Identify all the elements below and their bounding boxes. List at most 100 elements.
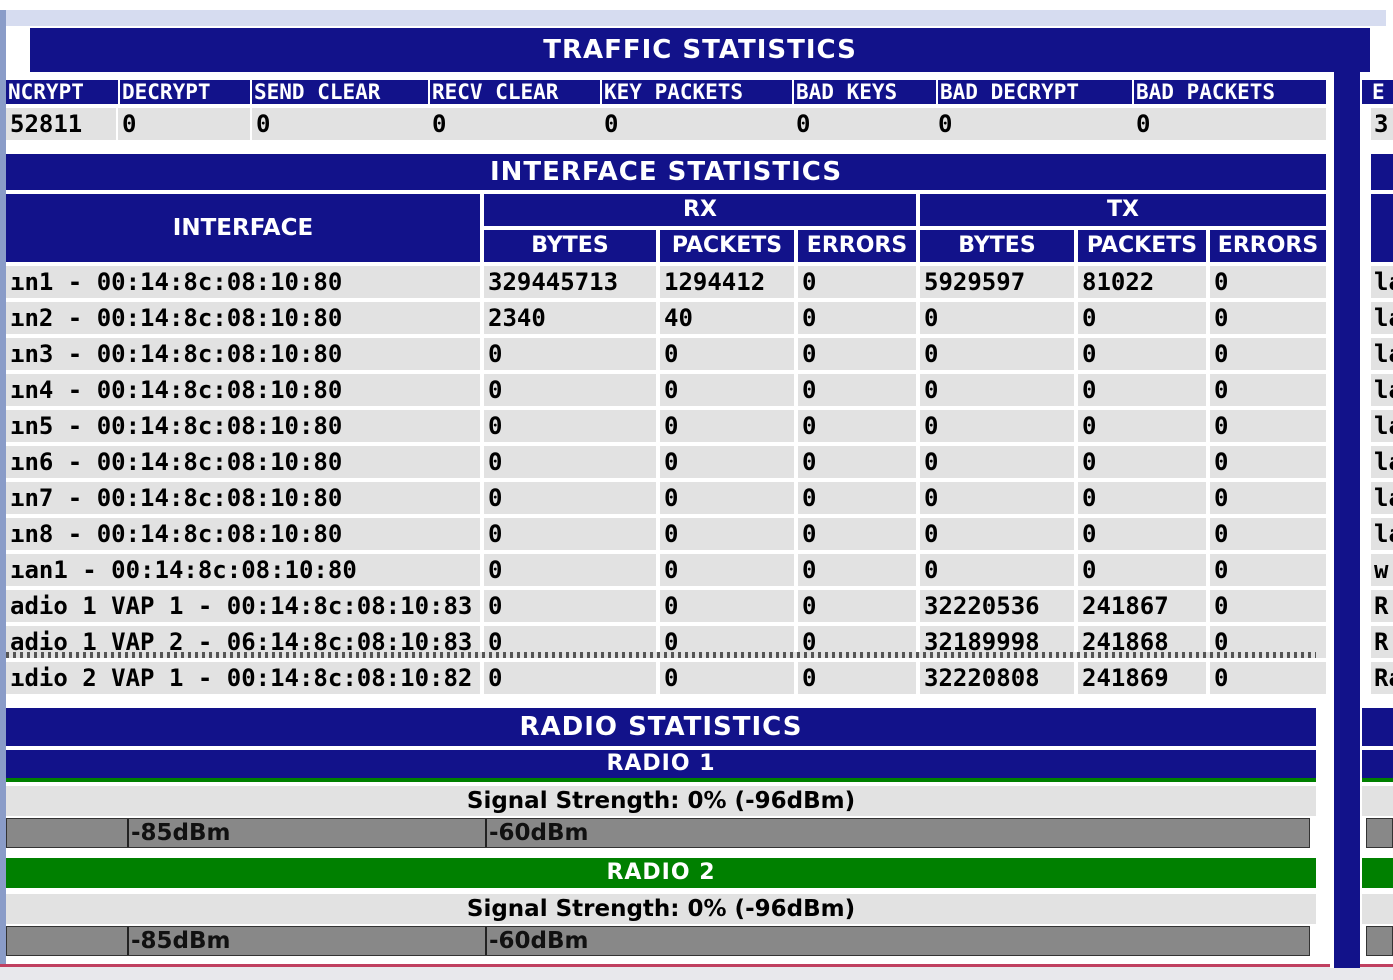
rx-group-header: RX xyxy=(484,194,916,226)
render-artifact-line xyxy=(6,652,1316,658)
tx-bytes-cell: 0 xyxy=(920,302,1074,334)
rx-errors-cell: 0 xyxy=(798,590,916,622)
tx-bytes-cell: 32220536 xyxy=(920,590,1074,622)
tx-errors-cell: 0 xyxy=(1210,302,1326,334)
rx-errors-header: ERRORS xyxy=(798,230,916,262)
interface-name-cell: ın1 - 00:14:8c:08:10:80 xyxy=(6,266,480,298)
tx-bytes-cell: 0 xyxy=(920,446,1074,478)
right-panel-row-label: la xyxy=(1371,410,1393,442)
traffic-header-key-packets: KEY PACKETS xyxy=(602,80,792,104)
interface-name-cell: ın7 - 00:14:8c:08:10:80 xyxy=(6,482,480,514)
right-panel-row-label: R xyxy=(1371,590,1393,622)
tx-errors-cell: 0 xyxy=(1210,374,1326,406)
traffic-value-bad-decrypt: 0 xyxy=(934,108,1132,140)
tx-packets-cell: 0 xyxy=(1078,446,1206,478)
tx-errors-cell: 0 xyxy=(1210,446,1326,478)
tx-errors-cell: 0 xyxy=(1210,482,1326,514)
interface-name-cell: ın4 - 00:14:8c:08:10:80 xyxy=(6,374,480,406)
right-panel-row-label: w xyxy=(1371,554,1393,586)
right-panel-row-label: la xyxy=(1371,446,1393,478)
traffic-header-decrypt: DECRYPT xyxy=(120,80,250,104)
radio-1-tick-high: -60dBm xyxy=(485,819,589,847)
traffic-statistics-title: TRAFFIC STATISTICS xyxy=(30,28,1370,72)
rx-bytes-cell: 0 xyxy=(484,410,656,442)
tx-errors-cell: 0 xyxy=(1210,410,1326,442)
tx-errors-cell: 0 xyxy=(1210,554,1326,586)
tx-packets-cell: 0 xyxy=(1078,302,1206,334)
right-panel-row-label: Ra xyxy=(1371,662,1393,694)
right-panel-row-label: R xyxy=(1371,626,1393,658)
window-top-border xyxy=(0,0,1393,10)
tx-bytes-cell: 32220808 xyxy=(920,662,1074,694)
rx-errors-cell: 0 xyxy=(798,554,916,586)
radio-2-tick-high: -60dBm xyxy=(485,927,589,955)
rx-bytes-cell: 2340 xyxy=(484,302,656,334)
tx-errors-cell: 0 xyxy=(1210,662,1326,694)
radio-1-tick-low: -85dBm xyxy=(127,819,231,847)
traffic-header-bad-packets: BAD PACKETS xyxy=(1134,80,1326,104)
rx-errors-cell: 0 xyxy=(798,338,916,370)
interface-statistics-title: INTERFACE STATISTICS xyxy=(6,154,1326,190)
rx-packets-cell: 0 xyxy=(660,482,794,514)
right-panel-radio-2-signal xyxy=(1362,894,1393,924)
radio-2-header: RADIO 2 xyxy=(6,858,1316,888)
right-panel-radio-1-meter xyxy=(1366,818,1393,848)
rx-bytes-cell: 0 xyxy=(484,446,656,478)
window-title-strip xyxy=(6,10,1386,26)
rx-bytes-cell: 0 xyxy=(484,338,656,370)
rx-bytes-cell: 329445713 xyxy=(484,266,656,298)
right-panel-radio-title xyxy=(1362,708,1393,746)
tx-bytes-cell: 0 xyxy=(920,410,1074,442)
rx-packets-cell: 0 xyxy=(660,374,794,406)
right-panel-row-label: la xyxy=(1371,266,1393,298)
right-panel-traffic-header-text: E xyxy=(1372,80,1385,104)
interface-name-cell: ın6 - 00:14:8c:08:10:80 xyxy=(6,446,480,478)
interface-name-cell: ın2 - 00:14:8c:08:10:80 xyxy=(6,302,480,334)
right-panel-row-label: la xyxy=(1371,338,1393,370)
radio-2-tick-low: -85dBm xyxy=(127,927,231,955)
traffic-value-encrypt: 52811 xyxy=(6,108,116,140)
rx-bytes-cell: 0 xyxy=(484,482,656,514)
rx-packets-cell: 0 xyxy=(660,662,794,694)
tx-packets-header: PACKETS xyxy=(1078,230,1206,262)
traffic-header-encrypt: NCRYPT xyxy=(6,80,118,104)
rx-errors-cell: 0 xyxy=(798,482,916,514)
rx-packets-cell: 0 xyxy=(660,446,794,478)
right-panel-radio-1-signal xyxy=(1362,786,1393,816)
traffic-value-decrypt: 0 xyxy=(118,108,250,140)
right-panel-traffic-value: 3 xyxy=(1371,108,1393,140)
right-panel-interface-header xyxy=(1371,194,1393,262)
tx-bytes-cell: 0 xyxy=(920,554,1074,586)
rx-errors-cell: 0 xyxy=(798,302,916,334)
tx-bytes-cell: 5929597 xyxy=(920,266,1074,298)
rx-bytes-cell: 0 xyxy=(484,590,656,622)
rx-bytes-cell: 0 xyxy=(484,518,656,550)
right-panel-row-label: la xyxy=(1371,518,1393,550)
rx-errors-cell: 0 xyxy=(798,266,916,298)
rx-packets-cell: 0 xyxy=(660,590,794,622)
tx-bytes-cell: 0 xyxy=(920,482,1074,514)
tx-packets-cell: 81022 xyxy=(1078,266,1206,298)
interface-name-cell: ın5 - 00:14:8c:08:10:80 xyxy=(6,410,480,442)
traffic-header-bad-decrypt: BAD DECRYPT xyxy=(938,80,1132,104)
interface-column-header: INTERFACE xyxy=(6,194,480,262)
tx-packets-cell: 241869 xyxy=(1078,662,1206,694)
right-panel-radio-1 xyxy=(1362,750,1393,782)
interface-name-cell: ıdio 2 VAP 1 - 00:14:8c:08:10:82 xyxy=(6,662,480,694)
traffic-header-recv-clear: RECV CLEAR xyxy=(430,80,600,104)
right-panel-row-label: la xyxy=(1371,302,1393,334)
bottom-border xyxy=(0,964,1393,980)
tx-errors-cell: 0 xyxy=(1210,266,1326,298)
rx-errors-cell: 0 xyxy=(798,518,916,550)
radio-2-signal-strength: Signal Strength: 0% (-96dBm) xyxy=(6,894,1316,924)
tx-bytes-cell: 0 xyxy=(920,338,1074,370)
tx-errors-cell: 0 xyxy=(1210,518,1326,550)
interface-name-cell: ın3 - 00:14:8c:08:10:80 xyxy=(6,338,480,370)
rx-packets-cell: 0 xyxy=(660,554,794,586)
rx-bytes-cell: 0 xyxy=(484,374,656,406)
radio-2-signal-meter: -85dBm -60dBm xyxy=(6,926,1310,956)
tx-errors-cell: 0 xyxy=(1210,590,1326,622)
rx-errors-cell: 0 xyxy=(798,662,916,694)
radio-statistics-title: RADIO STATISTICS xyxy=(6,708,1316,746)
panel-divider xyxy=(1330,72,1360,968)
